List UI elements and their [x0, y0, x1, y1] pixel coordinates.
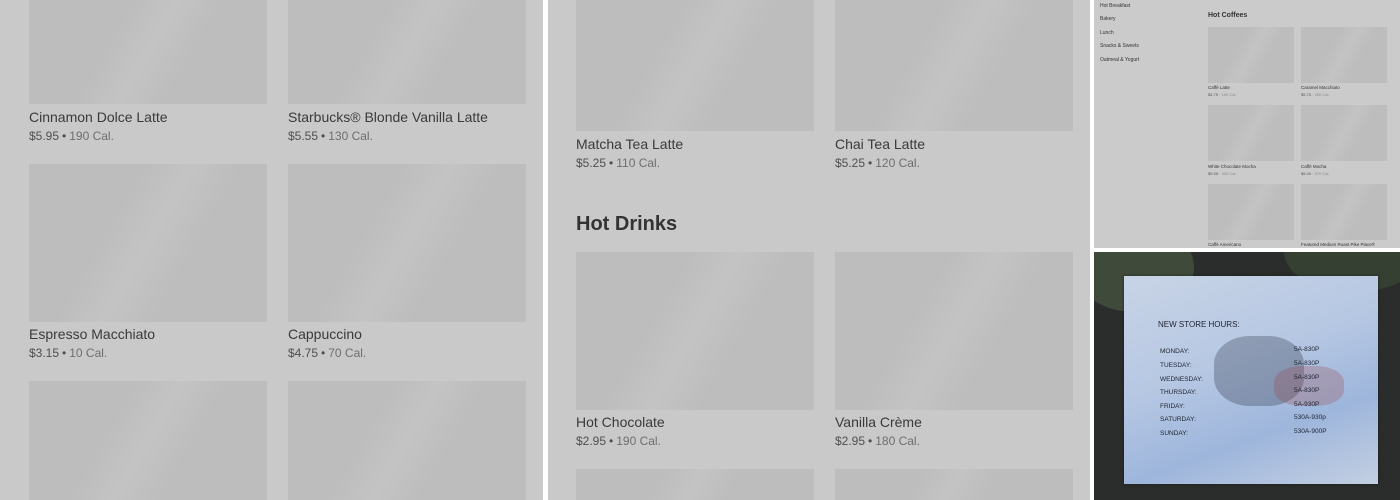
nav-item-snacks-sweets[interactable]: Snacks & Sweets — [1100, 43, 1139, 49]
hours-day: SATURDAY: — [1160, 416, 1196, 423]
hours-day: FRIDAY: — [1160, 403, 1185, 410]
product-name[interactable]: Starbucks® Blonde Vanilla Latte — [288, 109, 488, 125]
window-reflection — [1274, 366, 1344, 406]
product-calories: 370 Cal. — [1314, 171, 1330, 176]
product-price: $4.75 — [1208, 92, 1219, 97]
product-meta: $5.25 • 110 Cal. — [576, 156, 661, 170]
product-calories: 70 Cal. — [328, 346, 367, 360]
product-price: $2.95 — [576, 434, 607, 448]
hours-time: 5A-830P — [1294, 346, 1320, 353]
product-name[interactable]: White Chocolate Mocha — [1208, 164, 1256, 169]
product-image[interactable] — [1301, 105, 1387, 161]
nav-item-bakery[interactable]: Bakery — [1100, 16, 1116, 22]
section-title: Hot Coffees — [1208, 12, 1248, 19]
nav-item-lunch[interactable]: Lunch — [1100, 30, 1114, 36]
product-calories: 180 Cal. — [875, 434, 920, 448]
product-name[interactable]: Hot Chocolate — [576, 414, 665, 430]
product-calories: 130 Cal. — [328, 129, 373, 143]
product-name[interactable]: Chai Tea Latte — [835, 136, 925, 152]
product-meta: $3.15 • 10 Cal. — [29, 346, 108, 360]
product-calories: 10 Cal. — [69, 346, 108, 360]
product-image[interactable] — [576, 0, 814, 131]
product-calories: 190 Cal. — [616, 434, 661, 448]
product-name[interactable]: Cappuccino — [288, 326, 362, 342]
product-price: $5.25 — [835, 156, 866, 170]
hours-time: 5A-830P — [1294, 387, 1320, 394]
store-hours-photo: NEW STORE HOURS: MONDAY: 5A-830P TUESDAY… — [1094, 252, 1400, 500]
product-name[interactable]: Caffè Latte — [1208, 85, 1230, 90]
product-image[interactable] — [835, 469, 1073, 500]
product-price: $5.95 — [1208, 171, 1219, 176]
product-name[interactable]: Matcha Tea Latte — [576, 136, 683, 152]
product-meta: $2.95 • 180 Cal. — [835, 434, 920, 448]
product-image[interactable] — [576, 252, 814, 410]
product-meta: $5.55 • 130 Cal. — [288, 129, 373, 143]
product-calories: 430 Cal. — [1221, 171, 1237, 176]
hours-time: 5A-830P — [1294, 360, 1320, 367]
product-image[interactable] — [288, 381, 526, 500]
hours-day: THURSDAY: — [1160, 389, 1197, 396]
sign-title: NEW STORE HOURS: — [1158, 320, 1240, 329]
product-meta: $4.75 · 190 Cal. — [1208, 92, 1237, 97]
product-price: $5.25 — [576, 156, 607, 170]
product-meta: $4.75 • 70 Cal. — [288, 346, 367, 360]
product-image[interactable] — [288, 0, 526, 104]
product-calories: 190 Cal. — [69, 129, 114, 143]
hours-day: SUNDAY: — [1160, 430, 1189, 437]
product-price: $5.95 — [29, 129, 60, 143]
product-price: $5.55 — [288, 129, 319, 143]
product-price: $4.75 — [288, 346, 319, 360]
menu-panel-coffees: Cinnamon Dolce Latte $5.95 • 190 Cal. Star… — [0, 0, 543, 500]
product-name[interactable]: Caffè Mocha — [1301, 164, 1326, 169]
hours-day: TUESDAY: — [1160, 362, 1192, 369]
product-image[interactable] — [1301, 27, 1387, 83]
product-image[interactable] — [1208, 105, 1294, 161]
product-meta: $5.45 · 370 Cal. — [1301, 171, 1330, 176]
product-calories: 190 Cal. — [1221, 92, 1237, 97]
product-price: $2.95 — [835, 434, 866, 448]
product-image[interactable] — [835, 0, 1073, 131]
product-image[interactable] — [576, 469, 814, 500]
product-calories: 110 Cal. — [616, 156, 661, 170]
product-meta: $2.95 • 190 Cal. — [576, 434, 661, 448]
product-name[interactable]: Caramel Macchiato — [1301, 85, 1340, 90]
hours-day: WEDNESDAY: — [1160, 376, 1203, 383]
product-meta: $5.25 • 120 Cal. — [835, 156, 920, 170]
nav-item-hot-breakfast[interactable]: Hot Breakfast — [1100, 3, 1130, 9]
hours-time: 530A-900P — [1294, 428, 1327, 435]
product-image[interactable] — [835, 252, 1073, 410]
product-image[interactable] — [1208, 184, 1294, 240]
hours-time: 530A-930p — [1294, 414, 1326, 421]
nav-item-oatmeal-yogurt[interactable]: Oatmeal & Yogurt — [1100, 57, 1139, 63]
product-price: $5.45 — [1301, 171, 1312, 176]
product-image[interactable] — [29, 0, 267, 104]
product-image[interactable] — [1301, 184, 1387, 240]
product-name[interactable]: Vanilla Crème — [835, 414, 922, 430]
product-name[interactable]: Cinnamon Dolce Latte — [29, 109, 168, 125]
product-calories: 120 Cal. — [875, 156, 920, 170]
product-image[interactable] — [1208, 27, 1294, 83]
product-image[interactable] — [288, 164, 526, 322]
product-price: $5.75 — [1301, 92, 1312, 97]
product-calories: 250 Cal. — [1314, 92, 1330, 97]
store-hours-sign: NEW STORE HOURS: MONDAY: 5A-830P TUESDAY… — [1124, 276, 1378, 484]
product-meta: $5.95 · 430 Cal. — [1208, 171, 1237, 176]
product-image[interactable] — [29, 164, 267, 322]
product-meta: $5.95 • 190 Cal. — [29, 129, 114, 143]
hours-time: 5A-830P — [1294, 374, 1320, 381]
product-name[interactable]: Featured Medium Roast Pike Place® — [1301, 242, 1375, 247]
menu-page-overview: Hot Breakfast Bakery Lunch Snacks & Swee… — [1094, 0, 1400, 248]
hours-day: MONDAY: — [1160, 348, 1190, 355]
product-image[interactable] — [29, 381, 267, 500]
menu-panel-hot-drinks: Matcha Tea Latte $5.25 • 110 Cal. Chai Tea… — [548, 0, 1090, 500]
section-title: Hot Drinks — [576, 213, 678, 235]
product-price: $3.15 — [29, 346, 60, 360]
product-name[interactable]: Espresso Macchiato — [29, 326, 155, 342]
product-name[interactable]: Caffè Americano — [1208, 242, 1241, 247]
hours-time: 5A-930P — [1294, 401, 1320, 408]
product-meta: $5.75 · 250 Cal. — [1301, 92, 1330, 97]
